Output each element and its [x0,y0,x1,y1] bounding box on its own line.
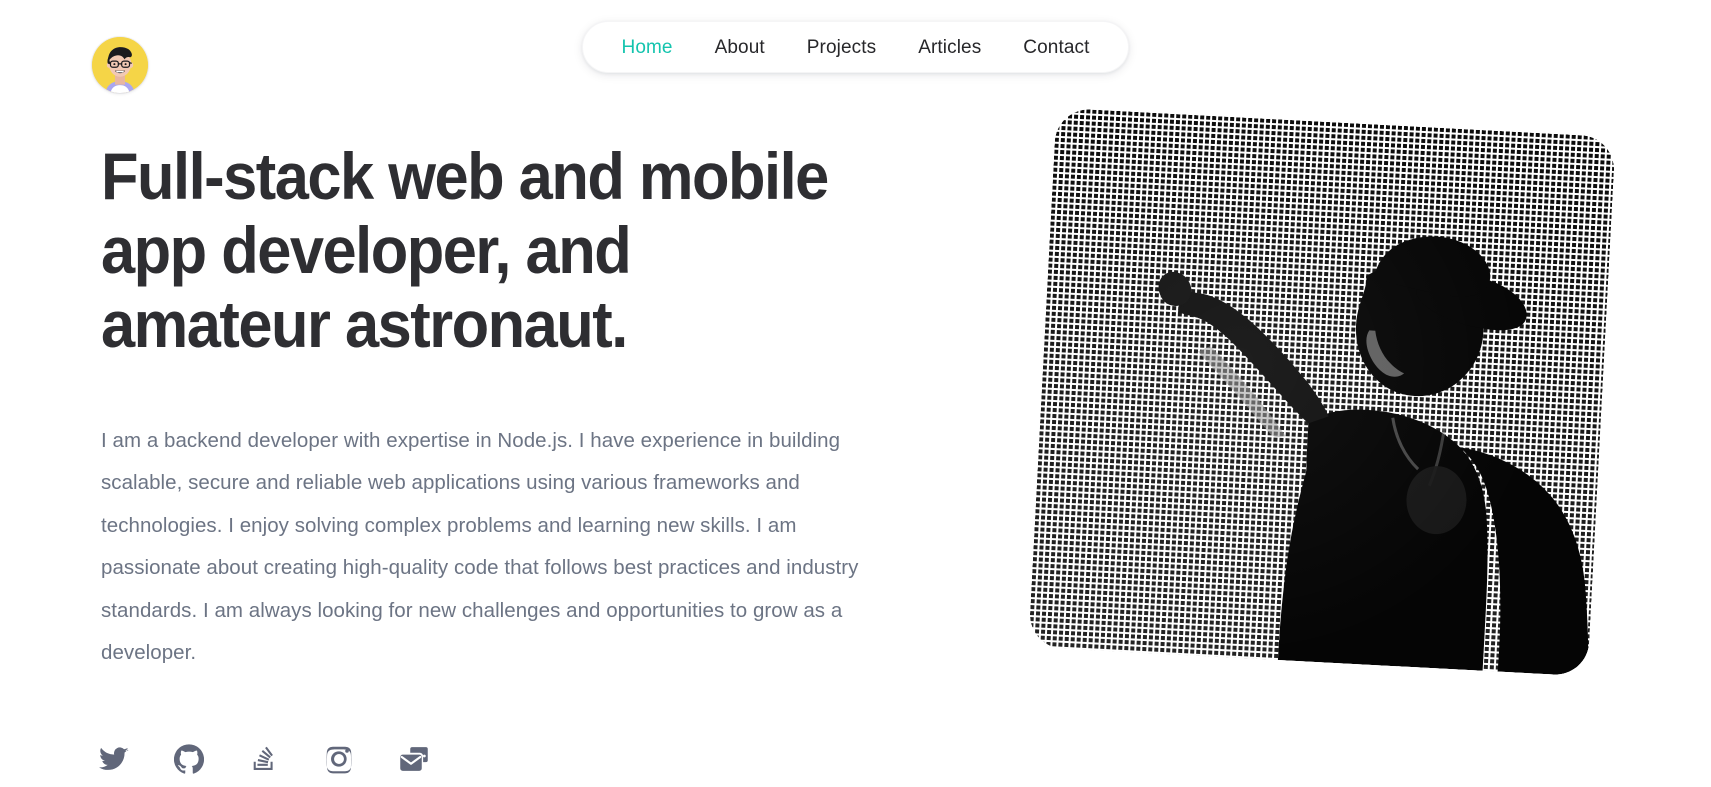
nav-item-home[interactable]: Home [601,28,694,67]
hero-photo [1028,107,1616,677]
github-icon[interactable] [174,744,204,774]
social-links [99,744,429,774]
avatar[interactable] [92,37,148,93]
hero-description: I am a backend developer with expertise … [101,428,859,665]
stack-overflow-icon[interactable] [249,744,279,774]
page-root: Home About Projects Articles Contact Ful… [0,0,1711,787]
nav-item-articles[interactable]: Articles [897,28,1002,67]
avatar-illustration [92,37,148,93]
nav-item-projects[interactable]: Projects [786,28,897,67]
mail-icon[interactable] [399,744,429,774]
hero-photo-inner [1028,107,1616,677]
instagram-icon[interactable] [324,744,354,774]
navigation: Home About Projects Articles Contact [0,21,1711,73]
hero-text-column: Full-stack web and mobile app developer,… [101,139,921,675]
nav-pill: Home About Projects Articles Contact [581,21,1130,73]
page-title: Full-stack web and mobile app developer,… [101,139,829,361]
hero-photo-image [1028,107,1616,677]
twitter-icon[interactable] [99,744,129,774]
nav-item-about[interactable]: About [694,28,786,67]
nav-item-contact[interactable]: Contact [1002,28,1110,67]
